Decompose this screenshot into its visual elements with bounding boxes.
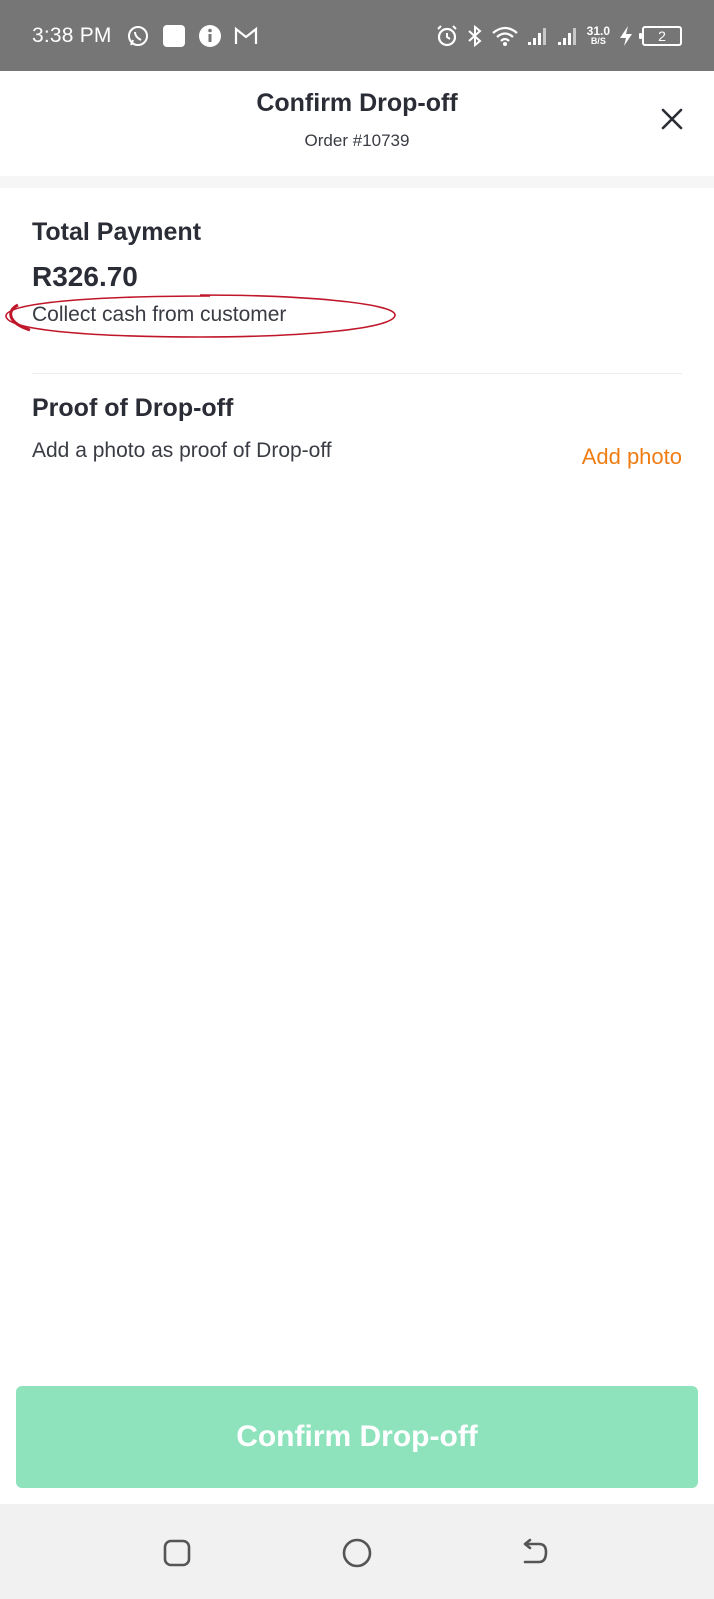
header-separator <box>0 176 714 188</box>
square-notification-icon <box>162 24 186 48</box>
gmail-icon <box>234 25 258 47</box>
battery-level: 2 <box>658 27 666 44</box>
status-time: 3:38 PM <box>32 23 112 47</box>
signal-icon <box>557 26 579 46</box>
status-bar: 3:38 PM 31.0 B/S 2 <box>0 0 714 71</box>
proof-title: Proof of Drop-off <box>32 394 234 422</box>
info-icon <box>198 24 222 48</box>
close-button[interactable] <box>658 105 686 133</box>
page-title: Confirm Drop-off <box>256 89 458 117</box>
add-photo-button[interactable]: Add photo <box>582 444 682 470</box>
network-speed-unit: B/S <box>590 36 606 46</box>
home-circle-icon <box>342 1538 372 1568</box>
home-button[interactable] <box>340 1536 374 1570</box>
order-number: Order #10739 <box>304 131 410 150</box>
collect-cash-text: Collect cash from customer <box>32 303 287 326</box>
confirm-drop-off-button[interactable]: Confirm Drop-off <box>16 1386 698 1488</box>
payment-section: Total Payment R326.70 Collect cash from … <box>5 218 682 338</box>
proof-section: Proof of Drop-off Add a photo as proof o… <box>32 394 682 469</box>
whatsapp-icon <box>126 24 150 48</box>
back-button[interactable] <box>518 1536 552 1570</box>
total-payment-label: Total Payment <box>32 218 202 246</box>
proof-description: Add a photo as proof of Drop-off <box>32 439 332 462</box>
bluetooth-icon <box>467 24 483 48</box>
battery-icon: 2 <box>639 25 682 46</box>
section-divider <box>32 373 682 374</box>
recents-square-icon <box>163 1539 191 1567</box>
charging-icon <box>618 25 634 47</box>
notification-icons <box>126 24 258 48</box>
collect-cash-note: Collect cash from customer <box>5 294 396 338</box>
navigation-bar <box>0 1504 714 1599</box>
signal-icon <box>527 26 549 46</box>
modal-header: Confirm Drop-off Order #10739 <box>0 71 714 186</box>
total-payment-amount: R326.70 <box>32 261 138 292</box>
system-icons: 31.0 B/S 2 <box>435 24 682 48</box>
wifi-icon <box>491 25 519 47</box>
close-icon <box>661 108 683 130</box>
back-arrow-icon <box>523 1538 548 1564</box>
network-speed: 31.0 B/S <box>587 25 610 46</box>
alarm-icon <box>435 24 459 48</box>
recents-button[interactable] <box>160 1536 194 1570</box>
